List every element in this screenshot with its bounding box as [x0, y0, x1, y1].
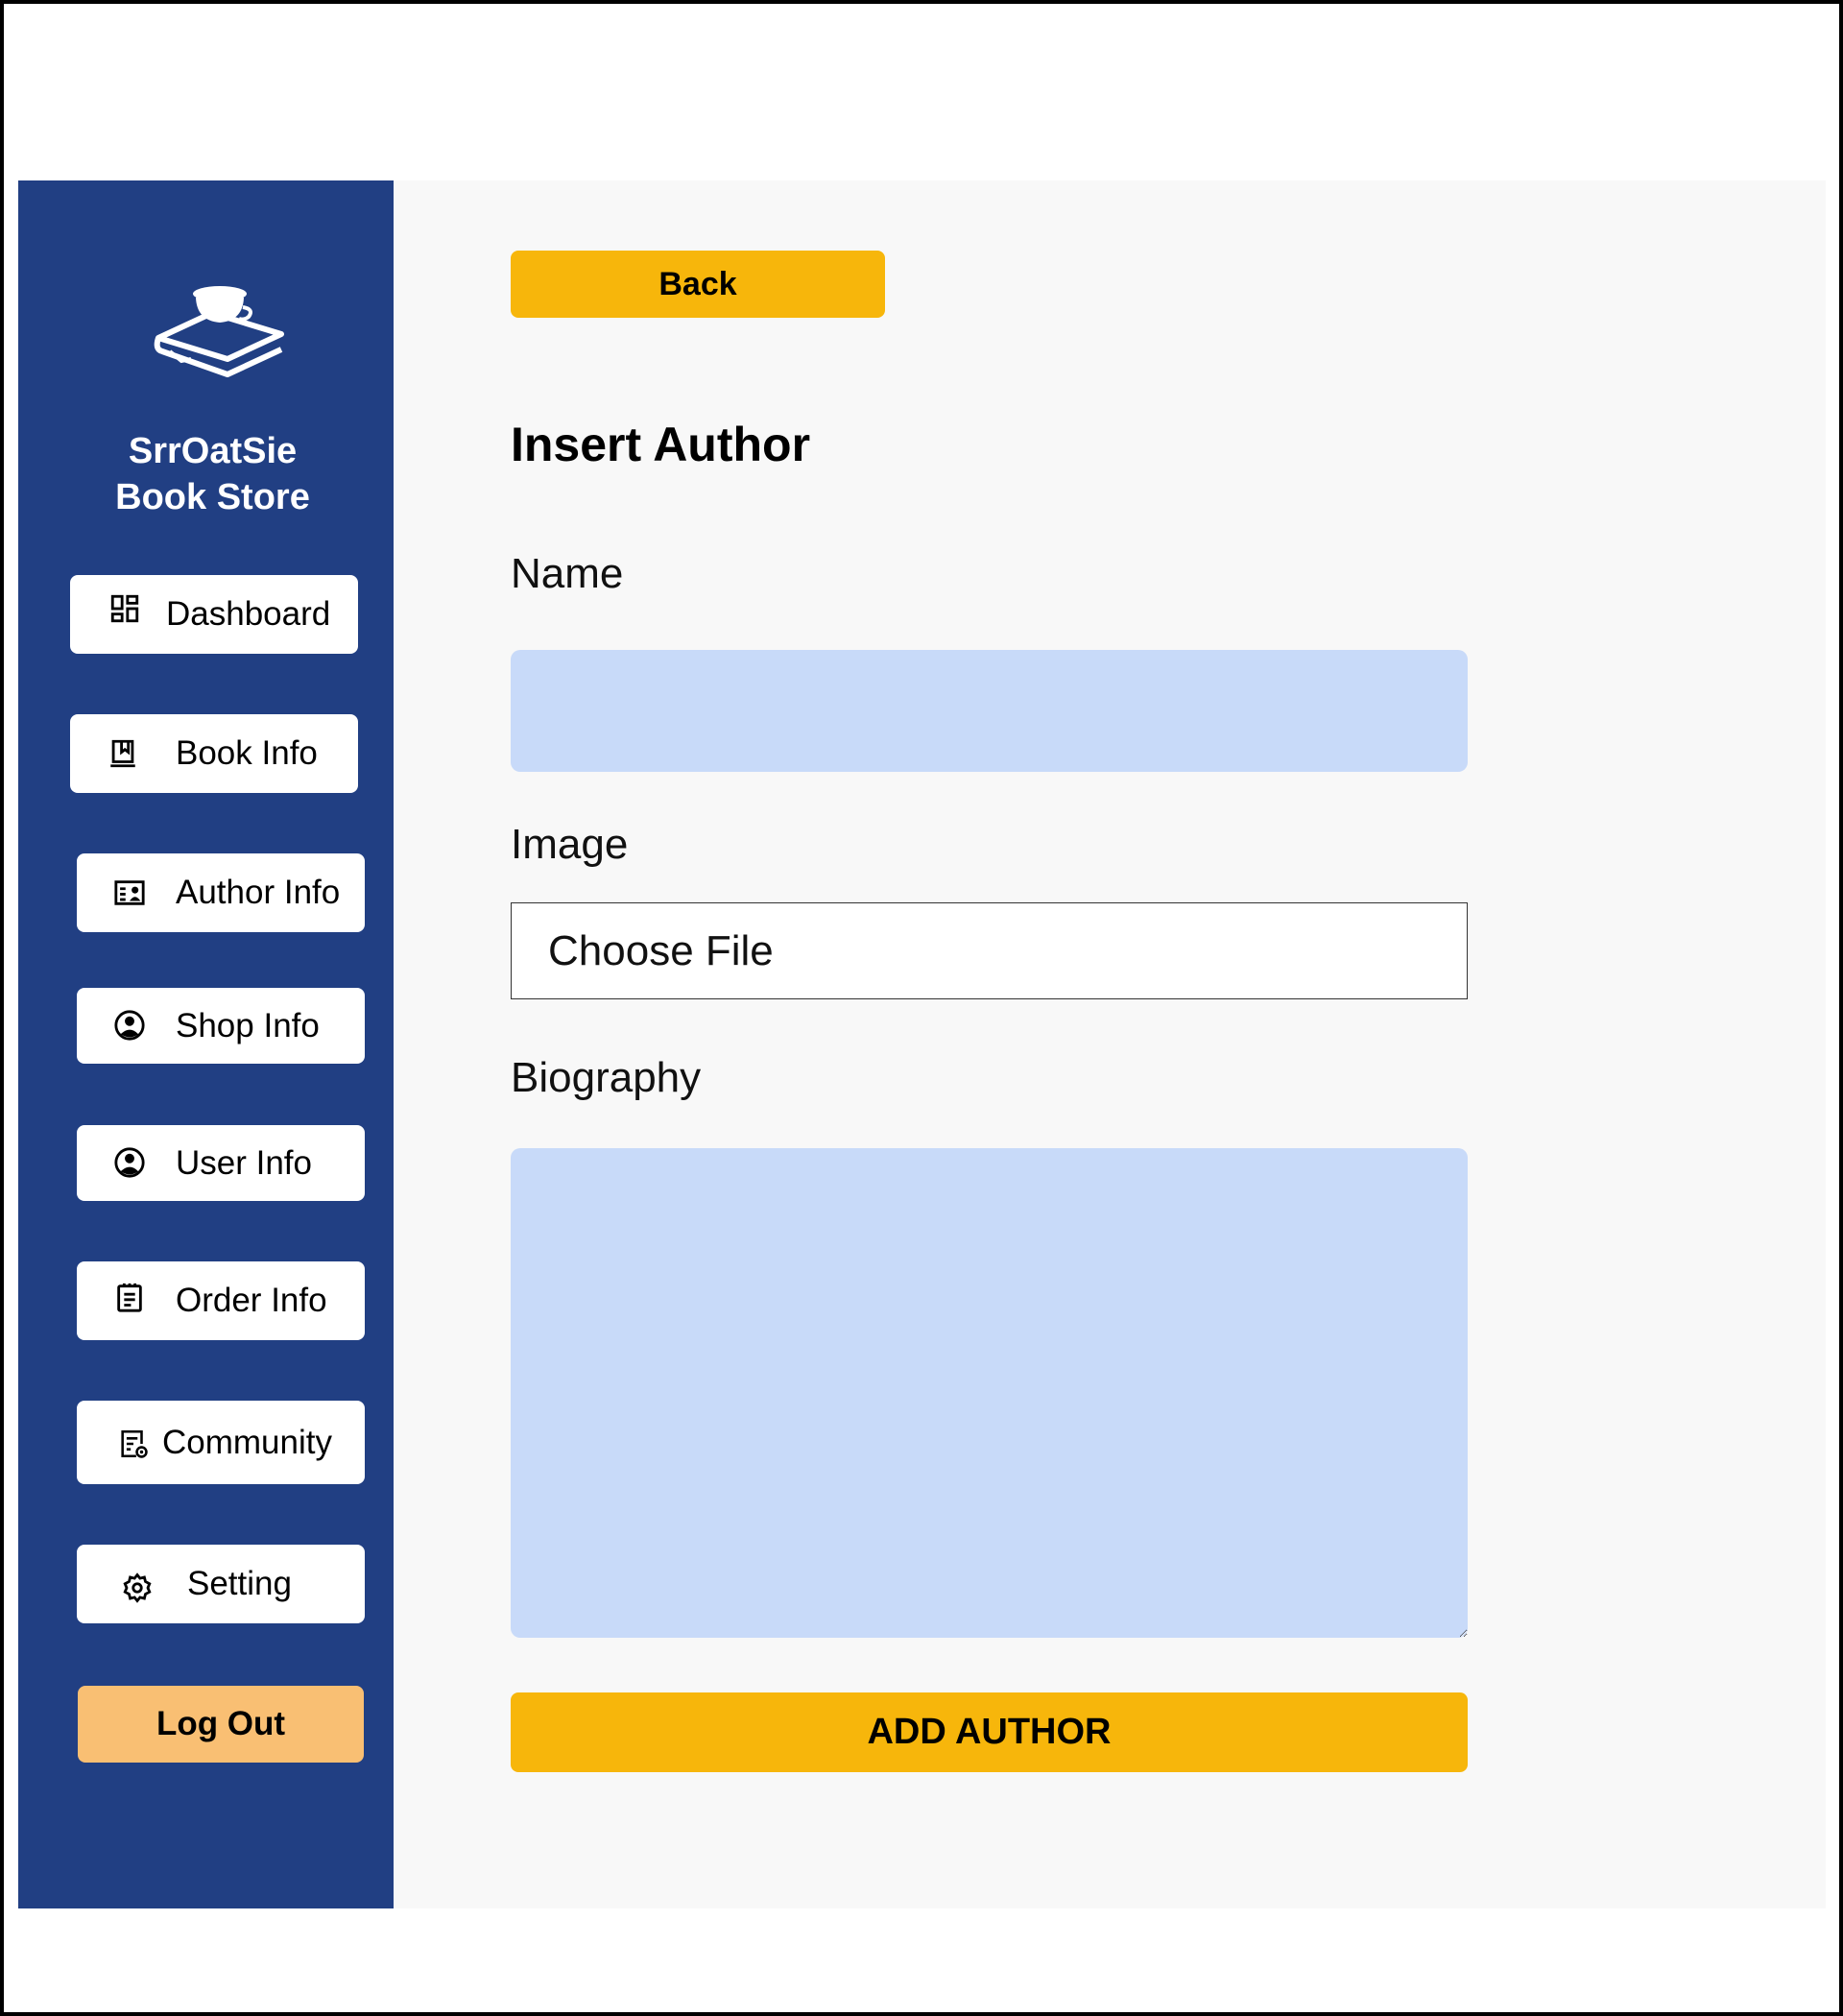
- app-frame: SrrOatSie Book Store Dashboard Book Info…: [0, 0, 1843, 2016]
- sidebar-item-label: User Info: [176, 1143, 312, 1182]
- dashboard-grid-icon: [108, 592, 141, 625]
- back-button[interactable]: Back: [511, 251, 885, 318]
- main-content: Back Insert Author Name Image Choose Fil…: [394, 180, 1826, 1908]
- sidebar-item-label: Shop Info: [176, 1006, 320, 1044]
- document-settings-icon: [117, 1428, 150, 1460]
- sidebar: SrrOatSie Book Store Dashboard Book Info…: [18, 180, 394, 1908]
- choose-file-button[interactable]: Choose File: [548, 927, 774, 975]
- sidebar-item-label: Community: [162, 1423, 332, 1461]
- sidebar-item-label: Book Info: [176, 734, 318, 772]
- gear-icon: [121, 1572, 154, 1604]
- sidebar-item-label: Order Info: [176, 1282, 327, 1319]
- sidebar-item-setting[interactable]: Setting: [77, 1545, 365, 1623]
- brand-name-line1: SrrOatSie: [128, 431, 298, 471]
- sidebar-item-author-info[interactable]: Author Info: [77, 853, 365, 932]
- add-author-button[interactable]: ADD AUTHOR: [511, 1692, 1468, 1772]
- name-input[interactable]: [511, 650, 1468, 772]
- page-title: Insert Author: [511, 418, 811, 471]
- sidebar-item-book-info[interactable]: Book Info: [70, 714, 358, 793]
- brand-name: SrrOatSie Book Store: [18, 428, 407, 520]
- user-circle-icon: [113, 1009, 146, 1042]
- sidebar-item-dashboard[interactable]: Dashboard: [70, 575, 358, 654]
- name-label: Name: [511, 550, 624, 597]
- clipboard-icon: [113, 1281, 146, 1313]
- book-and-cup-icon: [153, 280, 287, 386]
- sidebar-item-order-info[interactable]: Order Info: [77, 1261, 365, 1340]
- contact-card-icon: [113, 876, 146, 909]
- sidebar-item-user-info[interactable]: User Info: [77, 1125, 365, 1201]
- logout-button[interactable]: Log Out: [78, 1686, 364, 1763]
- biography-label: Biography: [511, 1054, 702, 1101]
- sidebar-item-community[interactable]: Community: [77, 1401, 365, 1484]
- user-circle-icon: [113, 1146, 146, 1179]
- sidebar-item-shop-info[interactable]: Shop Info: [77, 988, 365, 1064]
- sidebar-item-label: Setting: [187, 1565, 292, 1602]
- image-file-input[interactable]: Choose File: [511, 902, 1468, 999]
- book-icon: [107, 737, 139, 770]
- brand-name-line2: Book Store: [115, 477, 310, 517]
- sidebar-item-label: Dashboard: [166, 595, 331, 633]
- image-label: Image: [511, 821, 629, 868]
- sidebar-item-label: Author Info: [176, 874, 341, 911]
- biography-textarea[interactable]: [511, 1148, 1468, 1638]
